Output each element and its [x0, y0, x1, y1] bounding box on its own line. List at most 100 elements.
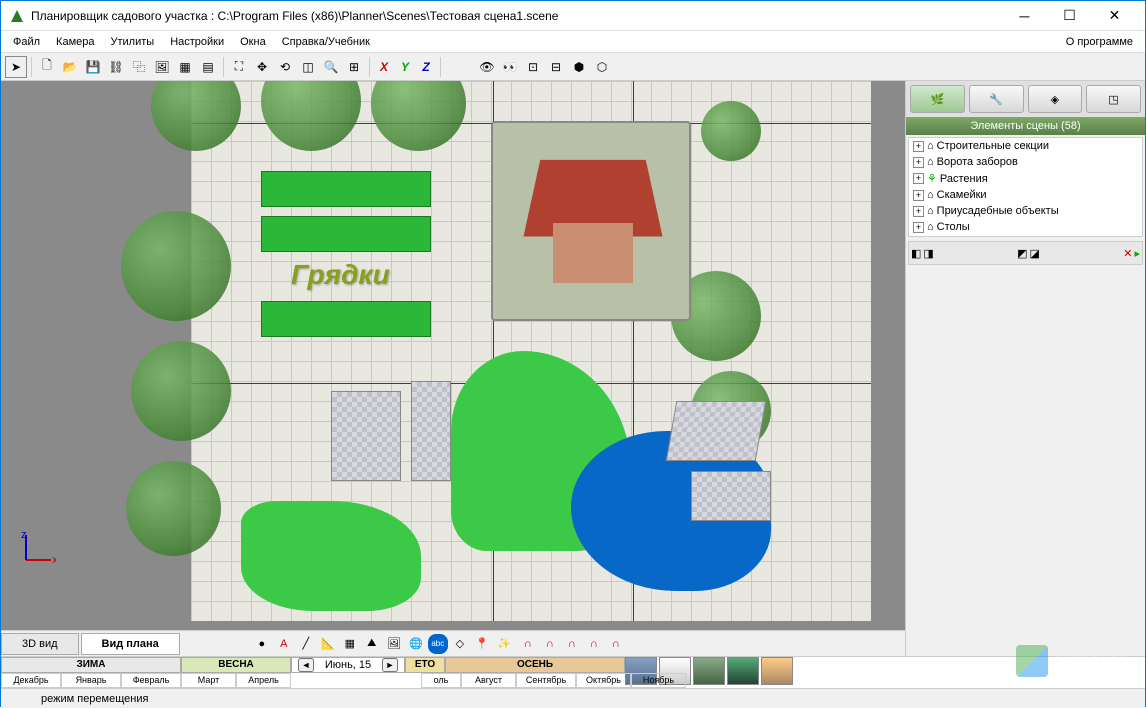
menu-about[interactable]: О программе [1058, 33, 1141, 51]
month-jan[interactable]: Январь [61, 673, 121, 688]
camera-top-icon[interactable]: ⊡ [522, 56, 544, 78]
tree-item-sections[interactable]: +⌂Строительные секции [909, 138, 1142, 154]
tab-plan-view[interactable]: Вид плана [81, 633, 180, 655]
grid2-icon[interactable]: ▦ [340, 634, 360, 654]
prop-delete-icon[interactable]: ✕ [1123, 247, 1132, 260]
tree-item-objects[interactable]: +⌂Приусадебные объекты [909, 203, 1142, 219]
tree-item-plants[interactable]: +⚘Растения [909, 170, 1142, 187]
measure-icon[interactable]: 📐 [318, 634, 338, 654]
scene-tree[interactable]: +⌂Строительные секции +⌂Ворота заборов +… [908, 137, 1143, 237]
prop-apply-icon[interactable]: ▸ [1134, 247, 1140, 260]
garden-plan: Грядки [191, 81, 871, 621]
picture-icon[interactable]: 🖼 [384, 634, 404, 654]
leaf-icon: 🌿 [931, 93, 945, 106]
line-icon[interactable]: ╱ [296, 634, 316, 654]
month-feb[interactable]: Февраль [121, 673, 181, 688]
prop-btn2-icon[interactable]: ◨ [923, 247, 933, 260]
rp-tab-tools[interactable]: 🔧 [969, 85, 1024, 113]
month-jul[interactable]: оль [421, 673, 461, 688]
rotate-icon[interactable]: ⟲ [274, 56, 296, 78]
menu-utilities[interactable]: Утилиты [103, 33, 163, 51]
grid-icon[interactable]: ▦ [174, 56, 196, 78]
magnet4-icon[interactable]: ∩ [584, 634, 604, 654]
rp-tab-elements[interactable]: 🌿 [910, 85, 965, 113]
main-toolbar: ➤ 🗋 📂 💾 ⛓ ⿻ 🖼 ▦ ▤ ⛶ ✥ ⟲ ◫ 🔍 ⊞ X Y Z 👁 👀 … [1, 53, 1145, 81]
viewport[interactable]: Грядки x z [1, 81, 905, 630]
month-dec[interactable]: Декабрь [1, 673, 61, 688]
axis-x-button[interactable]: X [374, 56, 394, 78]
magnet1-icon[interactable]: ∩ [518, 634, 538, 654]
month-apr[interactable]: Апрель [236, 673, 291, 688]
rp-tab-layers[interactable]: ◈ [1028, 85, 1083, 113]
camera-ortho-icon[interactable]: ⬡ [591, 56, 613, 78]
maximize-button[interactable]: ☐ [1047, 2, 1092, 30]
text-icon[interactable]: A [274, 634, 294, 654]
axis-z-button[interactable]: Z [416, 56, 436, 78]
magnet3-icon[interactable]: ∩ [562, 634, 582, 654]
new-icon[interactable]: 🗋 [36, 56, 58, 78]
minimize-button[interactable]: ─ [1002, 2, 1047, 30]
camera-persp-icon[interactable]: ⬢ [568, 56, 590, 78]
season-fall[interactable]: ОСЕНЬ [445, 657, 625, 673]
magnet5-icon[interactable]: ∩ [606, 634, 626, 654]
prop-btn1-icon[interactable]: ◧ [911, 247, 921, 260]
menubar: Файл Камера Утилиты Настройки Окна Справ… [1, 31, 1145, 53]
link-icon[interactable]: ⛓ [105, 56, 127, 78]
camera-walk-icon[interactable]: 👁 [476, 56, 498, 78]
wand-icon[interactable]: ✨ [494, 634, 514, 654]
tree-item-tables[interactable]: +⌂Столы [909, 219, 1142, 235]
pin-icon[interactable]: 📍 [472, 634, 492, 654]
properties-area [906, 267, 1145, 656]
folder-icon: ⌂ [927, 140, 934, 152]
zoom-fit-icon[interactable]: ⛶ [228, 56, 250, 78]
tab-3d-view[interactable]: 3D вид [1, 633, 79, 655]
month-nov[interactable]: Ноябрь [631, 673, 686, 688]
season-summer[interactable]: ЕТО [405, 657, 445, 673]
axis-indicator-icon: x z [16, 530, 56, 570]
date-next-button[interactable]: ► [382, 658, 398, 672]
snap-icon[interactable]: ⊞ [343, 56, 365, 78]
tree-item-benches[interactable]: +⌂Скамейки [909, 187, 1142, 203]
camera-front-icon[interactable]: 👀 [499, 56, 521, 78]
menu-help[interactable]: Справка/Учебник [274, 33, 378, 51]
house-object[interactable] [491, 121, 691, 321]
date-prev-button[interactable]: ◄ [298, 658, 314, 672]
image-icon[interactable]: 🖼 [151, 56, 173, 78]
magnet2-icon[interactable]: ∩ [540, 634, 560, 654]
wrench-icon: 🔧 [989, 93, 1003, 106]
season-spring[interactable]: ВЕСНА [181, 657, 291, 673]
select-rect-icon[interactable]: ◫ [297, 56, 319, 78]
svg-text:z: z [21, 530, 27, 541]
light-icon[interactable]: ● [252, 634, 272, 654]
copy-icon[interactable]: ⿻ [128, 56, 150, 78]
prop-btn3-icon[interactable]: ◩ [1017, 247, 1027, 260]
folder-icon: ⌂ [927, 189, 934, 201]
month-mar[interactable]: Март [181, 673, 236, 688]
month-aug[interactable]: Август [461, 673, 516, 688]
prop-btn4-icon[interactable]: ◪ [1030, 247, 1040, 260]
window-title: Планировщик садового участка : C:\Progra… [31, 9, 1002, 23]
globe-icon[interactable]: 🌐 [406, 634, 426, 654]
menu-settings[interactable]: Настройки [162, 33, 232, 51]
move-icon[interactable]: ✥ [251, 56, 273, 78]
tree-item-gates[interactable]: +⌂Ворота заборов [909, 154, 1142, 170]
axis-y-button[interactable]: Y [395, 56, 415, 78]
menu-windows[interactable]: Окна [232, 33, 274, 51]
right-panel: 🌿 🔧 ◈ ◳ Элементы сцены (58) +⌂Строительн… [905, 81, 1145, 656]
shape-icon[interactable]: ◇ [450, 634, 470, 654]
close-button[interactable]: ✕ [1092, 2, 1137, 30]
abc-icon[interactable]: abc [428, 634, 448, 654]
season-winter[interactable]: ЗИМА [1, 657, 181, 673]
zoom-window-icon[interactable]: 🔍 [320, 56, 342, 78]
menu-file[interactable]: Файл [5, 33, 48, 51]
camera-side-icon[interactable]: ⊟ [545, 56, 567, 78]
month-oct[interactable]: Октябрь [576, 673, 631, 688]
terrain-icon[interactable]: ⛰ [362, 634, 382, 654]
open-icon[interactable]: 📂 [59, 56, 81, 78]
save-icon[interactable]: 💾 [82, 56, 104, 78]
rp-tab-materials[interactable]: ◳ [1086, 85, 1141, 113]
pointer-tool-icon[interactable]: ➤ [5, 56, 27, 78]
list-icon[interactable]: ▤ [197, 56, 219, 78]
month-sep[interactable]: Сентябрь [516, 673, 576, 688]
menu-camera[interactable]: Камера [48, 33, 102, 51]
